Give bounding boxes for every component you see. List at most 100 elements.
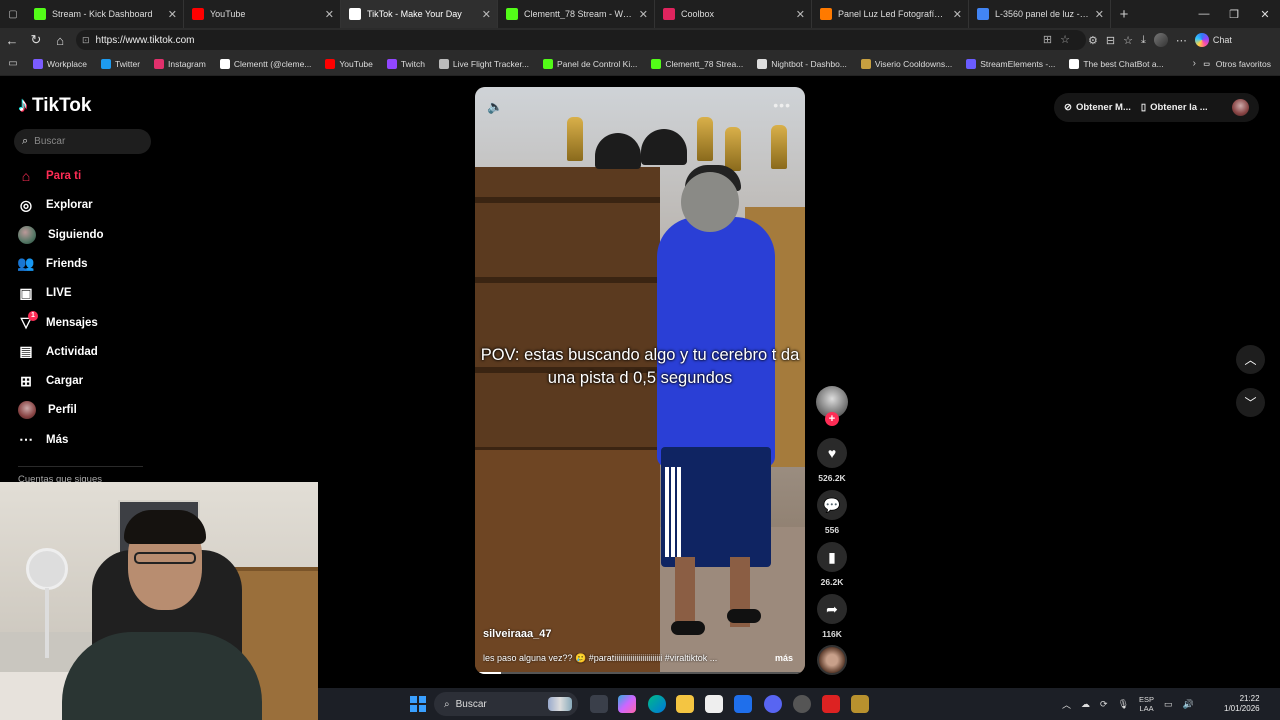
sidebar-item-live[interactable]: ▣ LIVE: [18, 281, 71, 305]
bookmark-item[interactable]: Twitch: [380, 58, 432, 69]
tray-overflow-icon[interactable]: ︿: [1062, 698, 1071, 711]
taskbar-clock[interactable]: 21:22 1/01/2026: [1224, 694, 1260, 714]
tiktok-logo[interactable]: ♪ TikTok: [18, 94, 91, 117]
settings-more-icon[interactable]: ⋯: [1176, 34, 1187, 47]
close-tab-icon[interactable]: ✕: [796, 8, 805, 21]
back-button[interactable]: ←: [0, 28, 24, 52]
previous-video-button[interactable]: ︿: [1236, 345, 1265, 374]
home-button[interactable]: ⌂: [48, 28, 72, 52]
bookmark-item[interactable]: Instagram: [147, 58, 213, 69]
language-indicator[interactable]: ESP LAA: [1139, 695, 1154, 713]
get-app-button[interactable]: ▯ Obtener la ...: [1141, 102, 1208, 113]
onedrive-icon[interactable]: ☁: [1081, 699, 1090, 710]
sidebar-item-más[interactable]: ⋯ Más: [18, 428, 68, 452]
get-coins-button[interactable]: ⊘ Obtener M...: [1064, 102, 1131, 113]
maximize-button[interactable]: ❐: [1219, 0, 1249, 28]
comment-action[interactable]: 💬 556: [816, 490, 848, 535]
video-username[interactable]: silveiraaa_47: [483, 628, 552, 640]
edge-icon[interactable]: [648, 695, 666, 713]
search-input[interactable]: ⌕ Buscar: [14, 129, 151, 154]
bookmark-item[interactable]: Workplace: [26, 58, 94, 69]
close-tab-icon[interactable]: ✕: [325, 8, 334, 21]
sidebar-item-actividad[interactable]: ▤ Actividad: [18, 340, 97, 364]
close-tab-icon[interactable]: ✕: [639, 8, 648, 21]
copilot-app-icon[interactable]: [618, 695, 636, 713]
close-window-button[interactable]: ✕: [1250, 0, 1280, 28]
bookmark-item[interactable]: YouTube: [318, 58, 379, 69]
bookmark-item[interactable]: Nightbot - Dashbo...: [750, 58, 854, 69]
file-explorer-icon[interactable]: [676, 695, 694, 713]
browser-tab[interactable]: YouTube ✕: [184, 0, 341, 28]
extensions-icon[interactable]: ⚙: [1088, 34, 1098, 47]
refresh-button[interactable]: ↻: [24, 28, 48, 52]
bookmark-item[interactable]: Clementt (@cleme...: [213, 58, 319, 69]
user-avatar[interactable]: [1232, 99, 1249, 116]
mail-icon[interactable]: [734, 695, 752, 713]
other-favorites[interactable]: ▭ Otros favoritos: [1195, 59, 1278, 69]
follow-plus-button[interactable]: +: [825, 412, 839, 426]
close-tab-icon[interactable]: ✕: [953, 8, 962, 21]
new-tab-button[interactable]: +: [1111, 6, 1137, 23]
video-progress-bar[interactable]: [475, 672, 805, 674]
windows-start-icon[interactable]: [410, 696, 426, 712]
address-bar-actions-icon[interactable]: ⊞☆: [1043, 33, 1078, 46]
browser-tab[interactable]: Stream - Kick Dashboard ✕: [26, 0, 184, 28]
browser-tab[interactable]: Clementt_78 Stream - Watch Live ✕: [498, 0, 655, 28]
sidebar-item-explorar[interactable]: ◎ Explorar: [18, 193, 93, 217]
bookmark-item[interactable]: Twitter: [94, 58, 147, 69]
sync-icon[interactable]: ⟳: [1100, 699, 1108, 710]
like-action[interactable]: ♥ 526.2K: [816, 438, 848, 483]
sidebar-item-perfil[interactable]: Perfil: [18, 398, 77, 422]
site-info-icon[interactable]: ⊡: [82, 35, 90, 46]
downloads-icon[interactable]: ⤓: [1141, 34, 1146, 47]
sidebar-item-friends[interactable]: 👥 Friends: [17, 252, 87, 276]
taskbar-search[interactable]: ⌕ Buscar: [434, 692, 578, 716]
copilot-button[interactable]: Chat: [1194, 33, 1232, 47]
sidebar-item-cargar[interactable]: ⊞ Cargar: [18, 369, 83, 393]
sidebar-item-para-ti[interactable]: ⌂ Para ti: [18, 164, 81, 188]
heart-icon[interactable]: ♥: [817, 438, 847, 468]
league-icon[interactable]: [851, 695, 869, 713]
profile-avatar[interactable]: [1153, 33, 1168, 47]
close-tab-icon[interactable]: ✕: [1095, 8, 1104, 21]
microphone-icon[interactable]: 🎙: [1118, 699, 1129, 710]
next-video-button[interactable]: ﹀: [1236, 388, 1265, 417]
red-app-icon[interactable]: [822, 695, 840, 713]
bookmark-item[interactable]: StreamElements -...: [959, 58, 1062, 69]
favorites-icon[interactable]: ☆: [1123, 34, 1133, 47]
comment-icon[interactable]: 💬: [817, 490, 847, 520]
network-icon[interactable]: ▭: [1164, 699, 1173, 710]
bookmark-item[interactable]: Viserio Cooldowns...: [854, 58, 959, 69]
volume-icon[interactable]: 🔊: [1183, 699, 1194, 710]
share-action[interactable]: ➦ 116K: [816, 594, 848, 639]
video-options-icon[interactable]: •••: [773, 97, 791, 113]
save-action[interactable]: ▮ 26.2K: [816, 542, 848, 587]
close-tab-icon[interactable]: ✕: [482, 8, 491, 21]
share-icon[interactable]: ➦: [817, 594, 847, 624]
task-view-icon[interactable]: [590, 695, 608, 713]
obs-icon[interactable]: [793, 695, 811, 713]
discord-icon[interactable]: [764, 695, 782, 713]
bookmark-item[interactable]: The best ChatBot a...: [1062, 58, 1170, 69]
bookmark-item[interactable]: Panel de Control Ki...: [536, 58, 644, 69]
store-icon[interactable]: [705, 695, 723, 713]
browser-tab[interactable]: Panel Luz Led Fotografía Video Tr ✕: [812, 0, 969, 28]
browser-tab[interactable]: Coolbox ✕: [655, 0, 812, 28]
volume-icon[interactable]: 🔈: [487, 99, 503, 115]
tab-actions-icon[interactable]: ▢: [0, 0, 26, 28]
address-bar[interactable]: ⊡ https://www.tiktok.com ⊞☆: [76, 30, 1086, 50]
split-screen-icon[interactable]: ⊟: [1106, 34, 1115, 47]
music-disc-icon[interactable]: [817, 645, 847, 675]
sidebar-item-mensajes[interactable]: ▽ 1 Mensajes: [18, 310, 98, 335]
video-player[interactable]: 🔈 ••• POV: estas buscando algo y tu cere…: [475, 87, 805, 674]
close-tab-icon[interactable]: ✕: [168, 8, 177, 21]
browser-tab[interactable]: TikTok - Make Your Day ✕: [341, 0, 498, 28]
browser-tab[interactable]: L-3560 panel de luz - Buscar con G ✕: [969, 0, 1111, 28]
bookmark-item[interactable]: Live Flight Tracker...: [432, 58, 536, 69]
description-more-link[interactable]: más: [775, 653, 793, 663]
bookmark-icon[interactable]: ▮: [817, 542, 847, 572]
bookmark-item[interactable]: Clementt_78 Strea...: [644, 58, 750, 69]
minimize-button[interactable]: —: [1189, 0, 1219, 28]
bookmarks-menu-icon[interactable]: ▭: [0, 58, 26, 69]
sidebar-item-siguiendo[interactable]: Siguiendo: [18, 223, 104, 247]
